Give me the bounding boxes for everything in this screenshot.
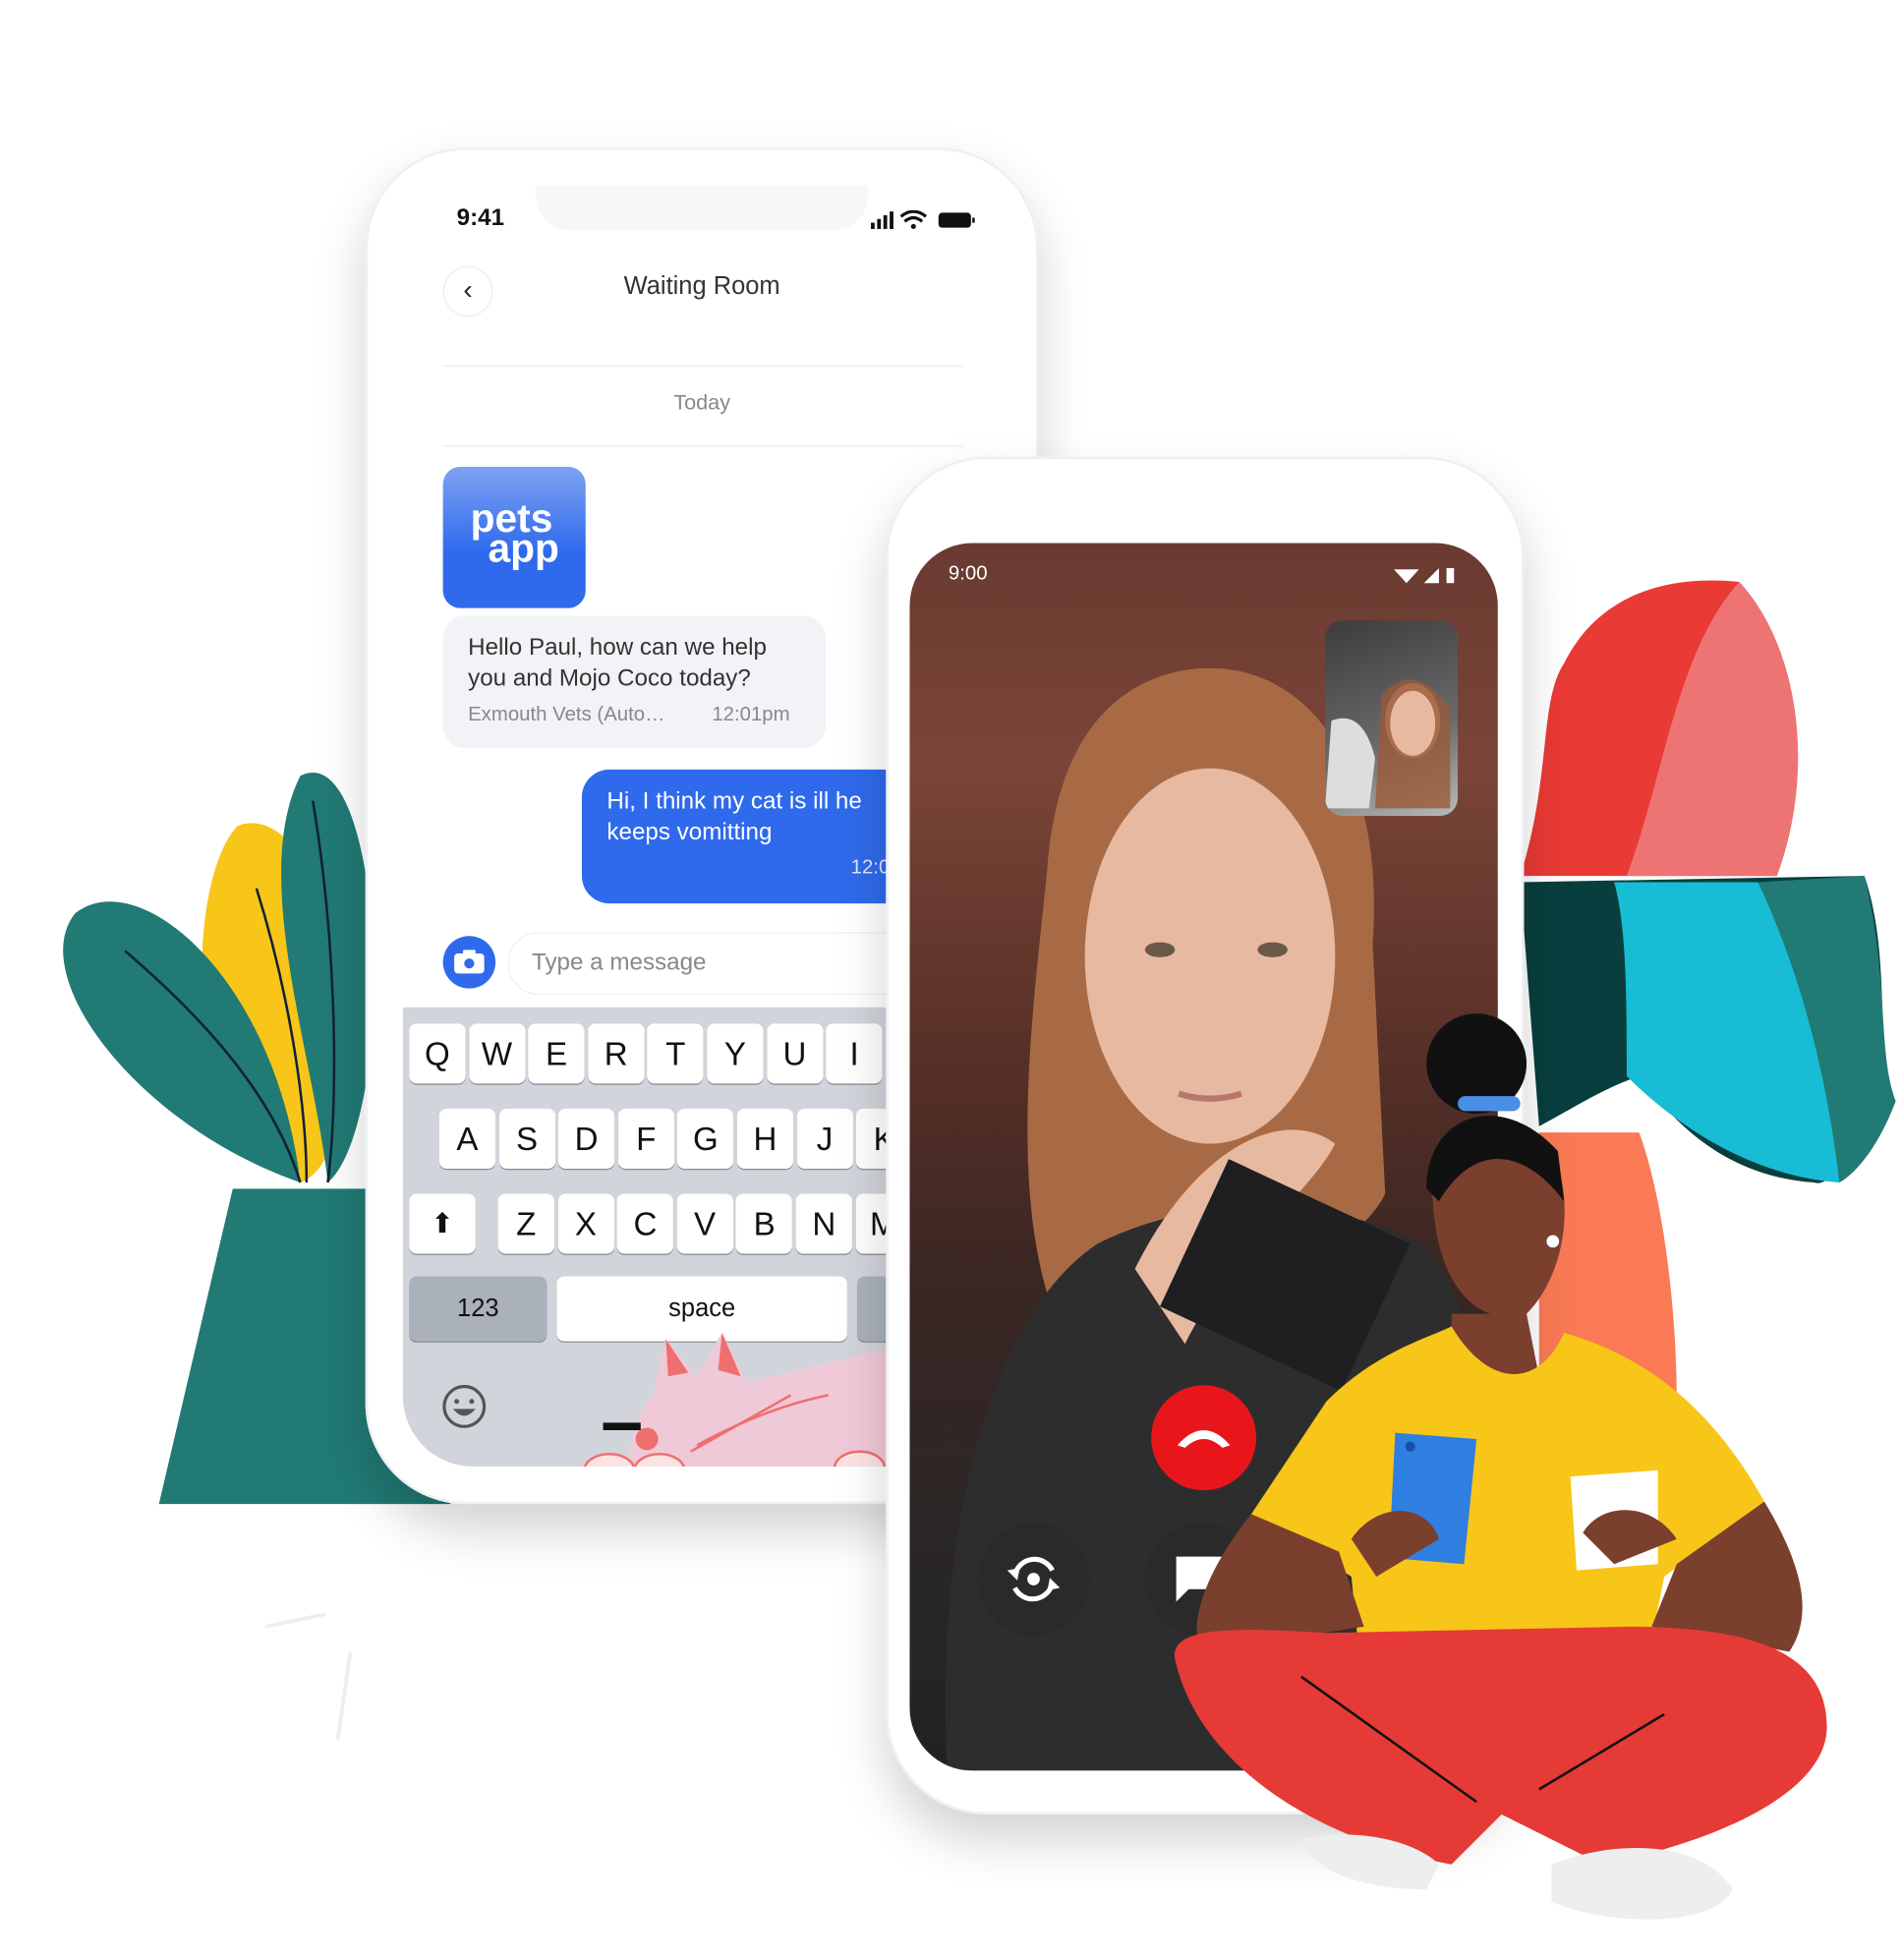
person-illustration (1175, 1013, 1827, 1920)
